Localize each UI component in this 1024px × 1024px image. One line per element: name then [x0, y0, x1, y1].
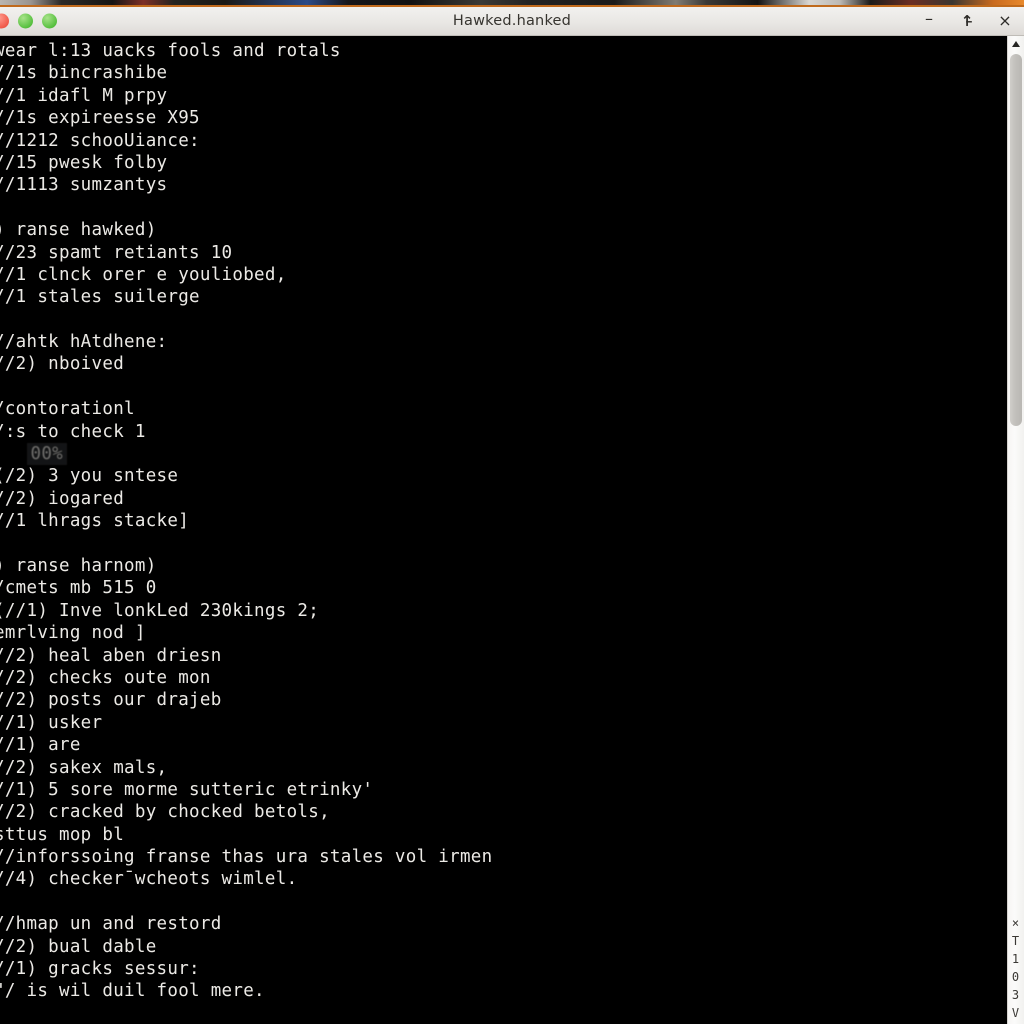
- terminal-line: /:s to check 1: [0, 421, 146, 442]
- terminal-line: /cmets mb 515 0: [0, 578, 157, 599]
- side-glyph: 0: [1011, 970, 1020, 984]
- terminal-line: (/2) 3 you sntese: [0, 466, 179, 487]
- terminal-line: //1212 schooUiance:: [0, 130, 200, 151]
- close-dot-icon[interactable]: [0, 13, 9, 29]
- desktop-background-strip: [0, 0, 1024, 7]
- terminal-line: //2) heal aben driesn: [0, 645, 222, 666]
- terminal-line: //23 spamt retiants 10: [0, 242, 233, 263]
- terminal-line: //2) posts our drajeb: [0, 690, 222, 711]
- terminal-line: //1) are: [0, 735, 81, 756]
- side-glyph: ×: [1011, 916, 1020, 930]
- scroll-up-arrow-icon[interactable]: [1008, 36, 1024, 52]
- terminal-line: //ahtk hAtdhene:: [0, 332, 168, 353]
- terminal-line: //inforssoing franse thas ura stales vol…: [0, 847, 493, 868]
- traffic-light-buttons: [0, 13, 57, 29]
- terminal-output-area[interactable]: wear l:13 uacks fools and rotals//1s bin…: [0, 36, 1008, 1024]
- terminal-line: //1) 5 sore morme sutteric etrinky': [0, 779, 374, 800]
- side-glyph: 1: [1011, 952, 1020, 966]
- terminal-line: "/ is wil duil fool mere.: [0, 981, 265, 1002]
- progress-highlight: 00%: [26, 443, 68, 466]
- terminal-line: sttus mop bl: [0, 824, 125, 845]
- terminal-line: //2) sakex mals,: [0, 757, 168, 778]
- maximize-button[interactable]: ↑̵: [958, 13, 976, 29]
- terminal-line: /contorationl: [0, 399, 135, 420]
- terminal-line: //15 pwesk folby: [0, 152, 168, 173]
- terminal-line: wear l:13 uacks fools and rotals: [0, 41, 341, 61]
- terminal-line: //1) usker: [0, 712, 103, 733]
- close-button[interactable]: ×: [996, 13, 1014, 29]
- terminal-window: Hawked.hanked – ↑̵ × wear l:13 uacks foo…: [0, 7, 1024, 1024]
- scrollbar-thumb[interactable]: [1010, 54, 1022, 426]
- screen: Hawked.hanked – ↑̵ × wear l:13 uacks foo…: [0, 0, 1024, 1024]
- terminal-line: ) ranse hawked): [0, 220, 157, 241]
- minimize-dot-icon[interactable]: [18, 13, 33, 29]
- terminal-line: ) ranse harnom): [0, 555, 157, 576]
- terminal-line: emrlving nod ]: [0, 623, 146, 644]
- side-glyph-column: × T 1 0 3 V: [1008, 915, 1023, 1022]
- terminal-line: //hmap un and restord: [0, 914, 222, 935]
- terminal-line: //2) checks oute mon: [0, 667, 211, 688]
- window-control-buttons: – ↑̵ ×: [920, 7, 1014, 35]
- terminal-line: //1 clnck orer e youliobed,: [0, 264, 287, 285]
- terminal-line: //1s bincrashibe: [0, 63, 168, 84]
- zoom-dot-icon[interactable]: [42, 13, 57, 29]
- window-titlebar[interactable]: Hawked.hanked – ↑̵ ×: [0, 7, 1024, 36]
- side-glyph: V: [1011, 1006, 1020, 1020]
- window-title: Hawked.hanked: [452, 13, 572, 29]
- terminal-line: //1) gracks sessur:: [0, 959, 200, 980]
- terminal-line: //1 stales suilerge: [0, 287, 200, 308]
- vertical-scrollbar[interactable]: [1007, 36, 1024, 1024]
- terminal-line: //1 idafl M prpy: [0, 85, 168, 106]
- terminal-line: //2) nboived: [0, 354, 125, 375]
- minimize-button[interactable]: –: [920, 11, 938, 27]
- terminal-line: //2) iogared: [0, 488, 125, 509]
- terminal-line-list: wear l:13 uacks fools and rotals//1s bin…: [0, 36, 1008, 1003]
- terminal-line: //1 lhrags stacke]: [0, 511, 190, 532]
- terminal-line: //4) checker¯wcheots wimlel.: [0, 869, 298, 890]
- side-glyph: 3: [1011, 988, 1020, 1002]
- side-glyph: T: [1011, 934, 1020, 948]
- terminal-line: (//1) Inve lonkLed 230kings 2;: [0, 600, 320, 621]
- terminal-line: 00%: [0, 443, 1008, 466]
- terminal-line: //2) bual dable: [0, 936, 157, 957]
- terminal-line: //1113 sumzantys: [0, 175, 168, 196]
- terminal-line: //2) cracked by chocked betols,: [0, 802, 330, 823]
- terminal-line: //1s expireesse X95: [0, 108, 200, 129]
